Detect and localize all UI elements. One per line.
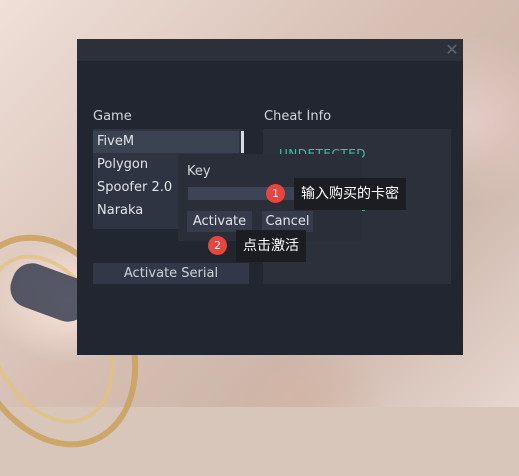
activate-serial-button[interactable]: Activate Serial xyxy=(93,263,249,284)
annotation-badge-2: 2 xyxy=(208,236,227,255)
game-item-fivem[interactable]: FiveM xyxy=(93,131,239,153)
close-icon[interactable]: ✕ xyxy=(443,40,461,60)
annotation-badge-1: 1 xyxy=(266,184,285,203)
key-input[interactable] xyxy=(188,187,308,200)
annotation-tip-2: 点击激活 xyxy=(236,230,306,262)
game-label: Game xyxy=(93,109,132,124)
cheat-info-label: Cheat Info xyxy=(264,109,332,124)
cancel-button[interactable]: Cancel xyxy=(262,211,313,232)
annotation-tip-1: 输入购买的卡密 xyxy=(294,178,406,210)
title-bar[interactable]: ✕ xyxy=(77,39,463,61)
game-list-scrollbar[interactable] xyxy=(241,131,244,153)
activate-button[interactable]: Activate xyxy=(187,211,252,232)
key-label: Key xyxy=(187,164,211,179)
